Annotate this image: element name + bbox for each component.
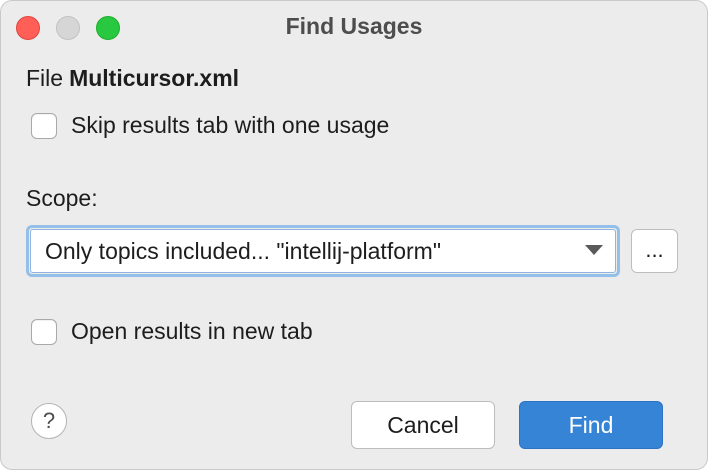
find-button[interactable]: Find	[519, 401, 663, 449]
file-info: File Multicursor.xml	[26, 65, 239, 92]
file-prefix-label: File	[26, 65, 64, 91]
open-new-tab-checkbox[interactable]	[31, 318, 57, 345]
browse-scope-button[interactable]: ...	[631, 229, 678, 273]
dialog-title: Find Usages	[285, 13, 423, 39]
file-name: Multicursor.xml	[69, 65, 240, 91]
scope-select-focus-ring: Only topics included... "intellij-platfo…	[26, 225, 620, 277]
find-usages-dialog: Find Usages File Multicursor.xml Skip res…	[0, 0, 708, 470]
skip-results-label[interactable]: Skip results tab with one usage	[71, 112, 389, 139]
scope-selected-value[interactable]: Only topics included... "intellij-platfo…	[45, 238, 441, 265]
help-icon[interactable]: ?	[31, 403, 67, 439]
skip-results-option[interactable]: Skip results tab with one usage	[31, 112, 389, 139]
open-new-tab-option[interactable]: Open results in new tab	[31, 318, 313, 345]
skip-results-checkbox[interactable]	[31, 112, 57, 139]
scope-label: Scope:	[26, 185, 98, 211]
dropdown-arrow-icon[interactable]	[585, 245, 603, 255]
cancel-button[interactable]: Cancel	[351, 401, 495, 449]
scope-dropdown[interactable]: Only topics included... "intellij-platfo…	[30, 229, 616, 273]
title-bar[interactable]: Find Usages	[1, 1, 707, 53]
open-new-tab-label[interactable]: Open results in new tab	[71, 318, 313, 345]
